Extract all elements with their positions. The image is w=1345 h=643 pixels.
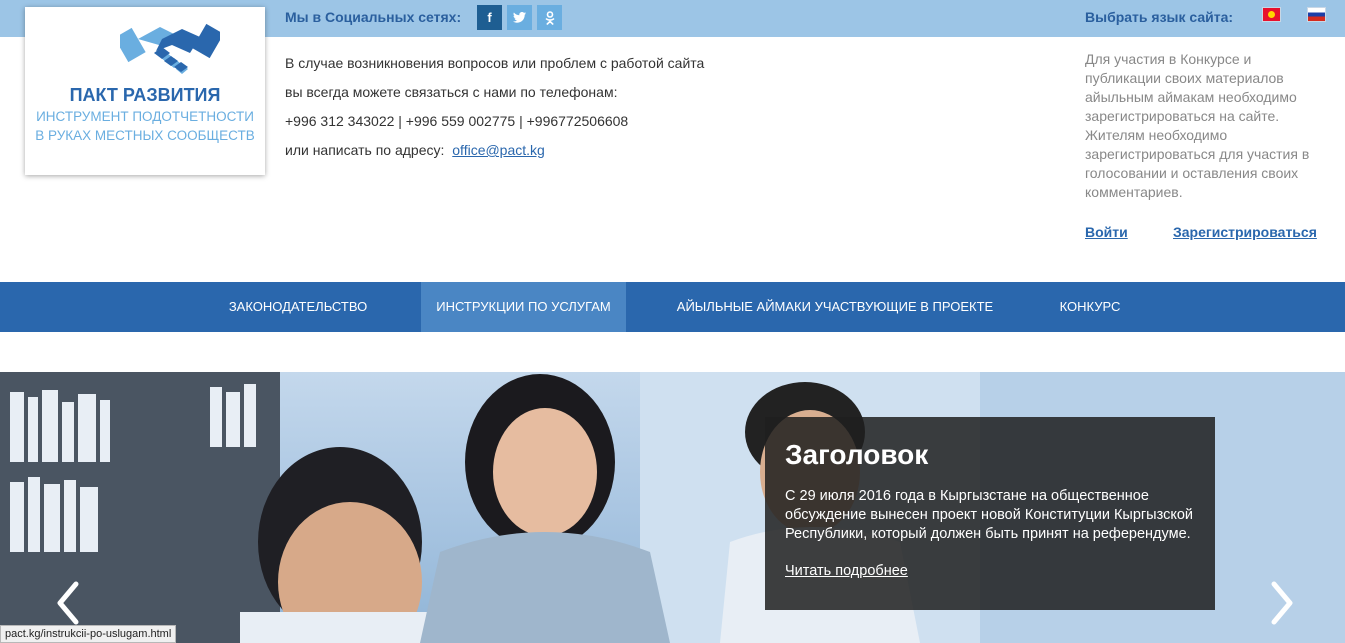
social-networks-label: Мы в Социальных сетях: <box>285 9 462 25</box>
contact-line-2: вы всегда можете связаться с нами по тел… <box>285 84 618 100</box>
hero-slider: Заголовок С 29 июля 2016 года в Кыргызст… <box>0 372 1345 643</box>
russian-flag-icon[interactable] <box>1307 7 1326 22</box>
nav-item-participating-aimaks[interactable]: АЙЫЛЬНЫЕ АЙМАКИ УЧАСТВУЮЩИЕ В ПРОЕКТЕ <box>666 282 1004 332</box>
contact-line-1: В случае возникновения вопросов или проб… <box>285 55 705 71</box>
language-select-label: Выбрать язык сайта: <box>1085 9 1234 25</box>
chevron-left-icon[interactable] <box>52 578 82 628</box>
twitter-icon[interactable] <box>507 5 532 30</box>
logo-title: ПАКТ РАЗВИТИЯ <box>69 85 221 105</box>
contact-email-line: или написать по адресу: office@pact.kg <box>285 140 704 169</box>
read-more-link[interactable]: Читать подробнее <box>785 563 908 579</box>
contact-block: В случае возникновения вопросов или проб… <box>285 53 704 169</box>
logo-subtitle: ИНСТРУМЕНТ ПОДОТЧЕТНОСТИ В РУКАХ МЕСТНЫХ… <box>35 109 255 143</box>
handshake-icon <box>120 23 220 74</box>
main-navigation: ЗАКОНОДАТЕЛЬСТВО ИНСТРУКЦИИ ПО УСЛУГАМ А… <box>0 282 1345 332</box>
odnoklassniki-icon[interactable] <box>537 5 562 30</box>
login-link[interactable]: Войти <box>1085 224 1128 240</box>
contact-email-prefix: или написать по адресу: <box>285 142 445 158</box>
registration-info: Для участия в Конкурсе и публикации свои… <box>1085 51 1310 200</box>
facebook-icon[interactable]: f <box>477 5 502 30</box>
slide-title: Заголовок <box>785 439 929 470</box>
register-link[interactable]: Зарегистрироваться <box>1173 224 1317 240</box>
nav-item-contest[interactable]: КОНКУРС <box>1044 282 1136 332</box>
chevron-right-icon[interactable] <box>1268 578 1298 628</box>
contact-phones: +996 312 343022 | +996 559 002775 | +996… <box>285 113 629 129</box>
site-logo[interactable]: ПАКТ РАЗВИТИЯ ИНСТРУМЕНТ ПОДОТЧЕТНОСТИ В… <box>25 7 265 175</box>
browser-status-url: pact.kg/instrukcii-po-uslugam.html <box>0 625 177 643</box>
slide-caption: Заголовок С 29 июля 2016 года в Кыргызст… <box>765 417 1215 610</box>
kyrgyz-flag-icon[interactable] <box>1262 7 1281 22</box>
nav-item-legislation[interactable]: ЗАКОНОДАТЕЛЬСТВО <box>215 282 381 332</box>
nav-item-service-instructions[interactable]: ИНСТРУКЦИИ ПО УСЛУГАМ <box>421 282 626 332</box>
contact-email-link[interactable]: office@pact.kg <box>452 142 545 158</box>
slide-text: С 29 июля 2016 года в Кыргызстане на общ… <box>785 488 1194 542</box>
